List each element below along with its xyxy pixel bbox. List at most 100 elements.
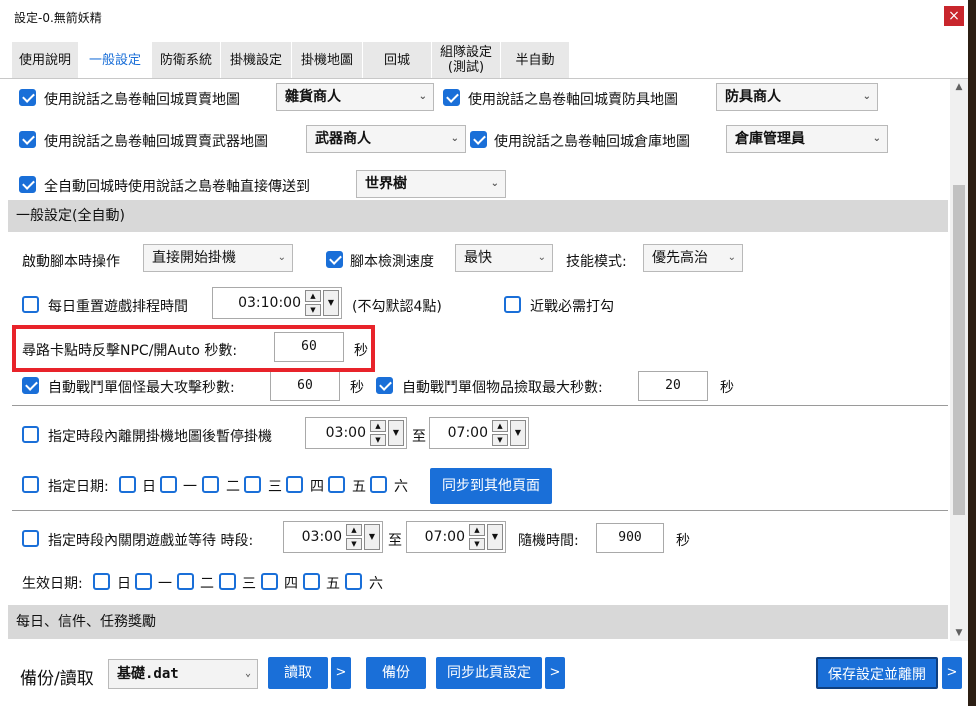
chevron-down-icon[interactable]: ▼ [510, 420, 526, 446]
pause-to-picker[interactable]: 07:00 ▲ ▼ ▼ [429, 417, 529, 449]
tab-idle-map[interactable]: 掛機地圖 [292, 42, 363, 78]
item-pickup-checkbox[interactable] [376, 377, 393, 394]
town-warehouse-map-select[interactable]: 倉庫管理員 ⌄ [726, 125, 888, 153]
town-sell-map-select[interactable]: 雜貨商人 ⌄ [276, 83, 434, 111]
chevron-down-icon: ⌄ [490, 178, 499, 189]
weekday-checkbox-mon[interactable] [160, 476, 177, 493]
backup-button[interactable]: 備份 [366, 657, 426, 689]
close-to-picker[interactable]: 07:00 ▲ ▼ ▼ [406, 521, 506, 553]
spin-up-icon[interactable]: ▲ [492, 420, 508, 432]
vertical-scrollbar[interactable]: ▲ ▼ [950, 79, 968, 641]
tab-semi-auto[interactable]: 半自動 [501, 42, 570, 78]
time-spinner[interactable]: ▲ ▼ [305, 290, 321, 316]
monster-attack-unit: 秒 [350, 380, 364, 396]
weekday-checkbox-tue[interactable] [202, 476, 219, 493]
chevron-down-icon: ⌄ [277, 252, 286, 263]
effective-checkbox-sun[interactable] [93, 573, 110, 590]
weekday-label: 日 [142, 479, 156, 495]
date-checkbox[interactable] [22, 476, 39, 493]
town-warehouse-map-checkbox[interactable] [470, 131, 487, 148]
weekday-label: 二 [200, 576, 214, 592]
spin-up-icon[interactable]: ▲ [469, 524, 485, 536]
tab-party[interactable]: 組隊設定 (測試) [432, 42, 501, 78]
town-weapon-map-select[interactable]: 武器商人 ⌄ [306, 125, 466, 153]
pause-checkbox[interactable] [22, 426, 39, 443]
read-button[interactable]: 讀取 [268, 657, 328, 689]
effective-checkbox-mon[interactable] [135, 573, 152, 590]
effective-checkbox-tue[interactable] [177, 573, 194, 590]
tab-defense[interactable]: 防衛系統 [152, 42, 221, 78]
tab-return-town[interactable]: 回城 [363, 42, 432, 78]
sync-to-other-pages-button[interactable]: 同步到其他頁面 [430, 468, 552, 504]
item-pickup-input[interactable]: 20 [638, 371, 708, 401]
weekday-checkbox-wed[interactable] [244, 476, 261, 493]
skill-mode-select[interactable]: 優先高治 ⌄ [643, 244, 743, 272]
read-more-button[interactable]: > [331, 657, 351, 689]
town-weapon-map-checkbox[interactable] [19, 131, 36, 148]
chevron-down-icon[interactable]: ▼ [323, 290, 339, 316]
scroll-down-icon[interactable]: ▼ [950, 625, 968, 641]
time-spinner[interactable]: ▲ ▼ [469, 524, 485, 550]
weekday-checkbox-fri[interactable] [328, 476, 345, 493]
start-action-select[interactable]: 直接開始掛機 ⌄ [143, 244, 293, 272]
close-from-picker[interactable]: 03:00 ▲ ▼ ▼ [283, 521, 383, 553]
chevron-down-icon[interactable]: ▼ [388, 420, 404, 446]
time-spinner[interactable]: ▲ ▼ [370, 420, 386, 446]
random-time-input[interactable]: 900 [596, 523, 664, 553]
close-game-checkbox[interactable] [22, 530, 39, 547]
pause-label: 指定時段內離開掛機地圖後暫停掛機 [48, 429, 272, 445]
spin-up-icon[interactable]: ▲ [346, 524, 362, 536]
pause-from-picker[interactable]: 03:00 ▲ ▼ ▼ [305, 417, 407, 449]
weekday-checkbox-sat[interactable] [370, 476, 387, 493]
chevron-down-icon: ⌄ [872, 133, 881, 144]
close-button[interactable]: × [944, 6, 964, 26]
weekday-label: 二 [226, 479, 240, 495]
town-teleport-select[interactable]: 世界樹 ⌄ [356, 170, 506, 198]
time-spinner[interactable]: ▲ ▼ [346, 524, 362, 550]
spin-down-icon[interactable]: ▼ [469, 538, 485, 550]
tab-usage[interactable]: 使用說明 [12, 42, 79, 78]
save-and-exit-button[interactable]: 保存設定並離開 [816, 657, 938, 689]
monster-attack-input[interactable]: 60 [270, 371, 340, 401]
effective-date-label: 生效日期: [22, 576, 83, 592]
spin-down-icon[interactable]: ▼ [346, 538, 362, 550]
daily-reset-checkbox[interactable] [22, 296, 39, 313]
chevron-down-icon[interactable]: ▼ [364, 524, 380, 550]
spin-down-icon[interactable]: ▼ [492, 434, 508, 446]
town-teleport-checkbox[interactable] [19, 176, 36, 193]
monster-attack-checkbox[interactable] [22, 377, 39, 394]
tab-general[interactable]: 一般設定 [79, 42, 152, 78]
sync-page-button[interactable]: 同步此頁設定 [436, 657, 542, 689]
detect-speed-select[interactable]: 最快 ⌄ [455, 244, 553, 272]
effective-checkbox-thu[interactable] [261, 573, 278, 590]
time-spinner[interactable]: ▲ ▼ [492, 420, 508, 446]
chevron-down-icon: ⌄ [418, 91, 427, 102]
tab-idle-settings[interactable]: 掛機設定 [221, 42, 292, 78]
daily-reset-time-picker[interactable]: 03:10:00 ▲ ▼ ▼ [212, 287, 342, 319]
scroll-up-icon[interactable]: ▲ [950, 79, 968, 95]
chevron-down-icon[interactable]: ▼ [487, 524, 503, 550]
save-more-button[interactable]: > [942, 657, 962, 689]
weekday-checkbox-thu[interactable] [286, 476, 303, 493]
item-pickup-label: 自動戰鬥單個物品撿取最大秒數: [402, 380, 603, 396]
effective-checkbox-wed[interactable] [219, 573, 236, 590]
scrollbar-thumb[interactable] [953, 185, 965, 515]
melee-checkbox[interactable] [504, 296, 521, 313]
weekday-label: 六 [369, 576, 383, 592]
effective-checkbox-sat[interactable] [345, 573, 362, 590]
weekday-label: 一 [183, 479, 197, 495]
effective-checkbox-fri[interactable] [303, 573, 320, 590]
town-sell-map-checkbox[interactable] [19, 89, 36, 106]
town-armor-map-select[interactable]: 防具商人 ⌄ [716, 83, 878, 111]
sync-more-button[interactable]: > [545, 657, 565, 689]
spin-up-icon[interactable]: ▲ [370, 420, 386, 432]
divider [12, 405, 948, 406]
weekday-checkbox-sun[interactable] [119, 476, 136, 493]
spin-down-icon[interactable]: ▼ [370, 434, 386, 446]
spin-up-icon[interactable]: ▲ [305, 290, 321, 302]
detect-speed-checkbox[interactable] [326, 251, 343, 268]
backup-file-select[interactable]: 基礎.dat ⌄ [108, 659, 258, 689]
town-armor-map-checkbox[interactable] [443, 89, 460, 106]
window-title: 設定-0.無箭妖精 [14, 11, 102, 25]
spin-down-icon[interactable]: ▼ [305, 304, 321, 316]
